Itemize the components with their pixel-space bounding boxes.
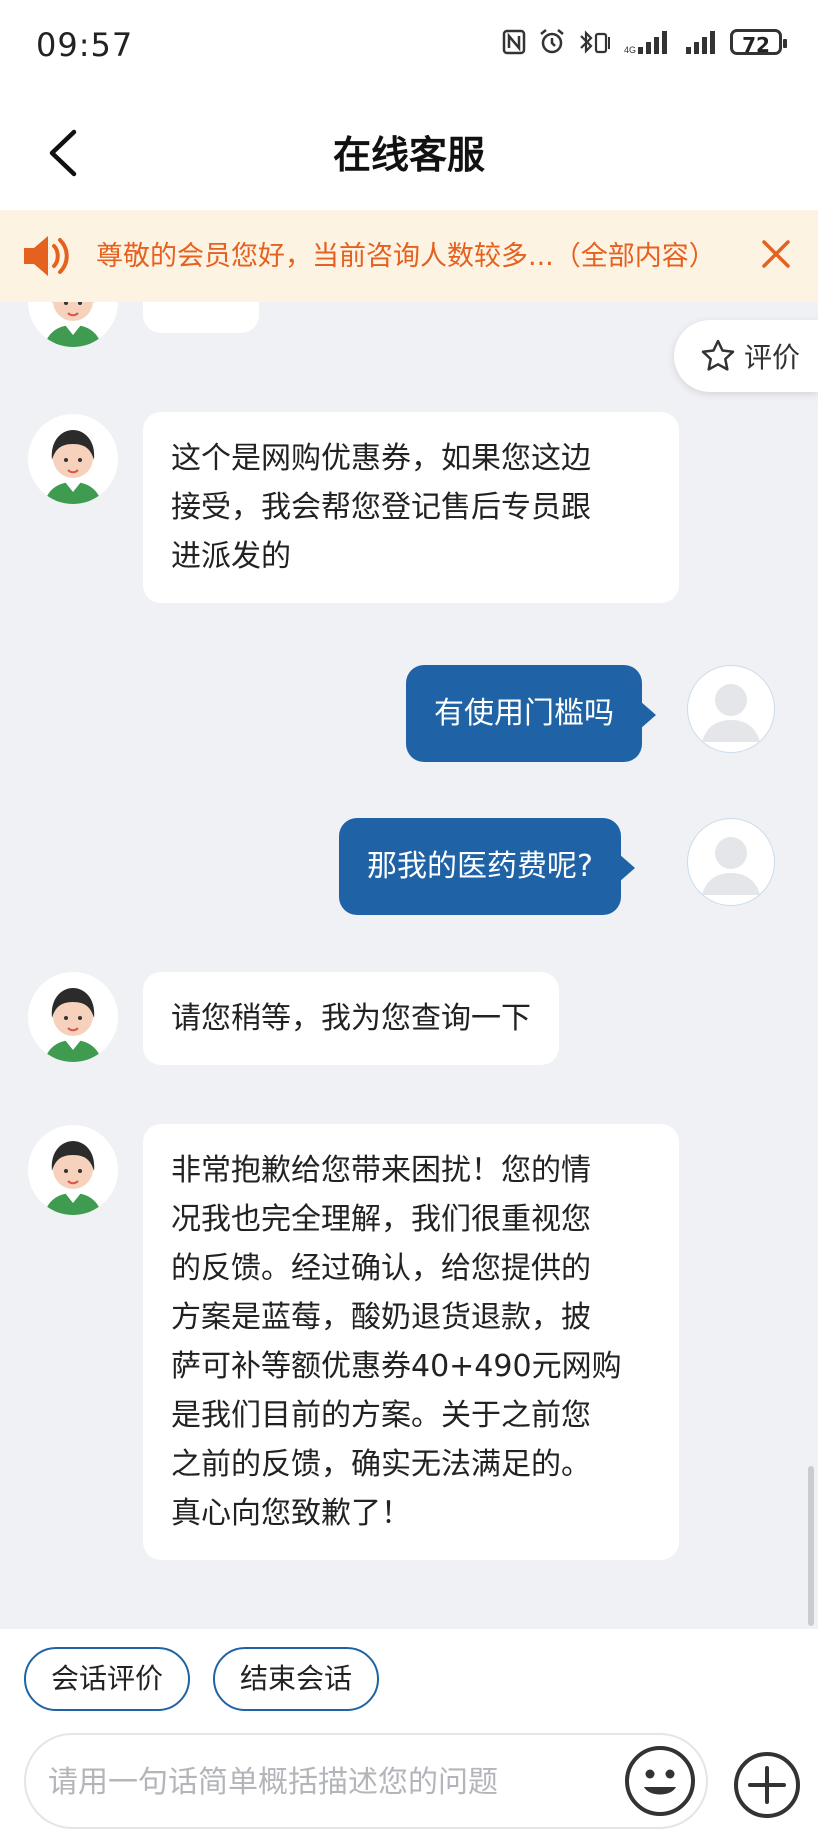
agent-avatar-icon [44, 302, 102, 347]
user-avatar-icon [702, 684, 760, 742]
agent-avatar-icon [44, 1141, 102, 1215]
signal-icon: 4G [624, 31, 667, 55]
agent-avatar-icon [44, 988, 102, 1062]
agent-avatar [28, 302, 118, 347]
rate-session-button[interactable]: 会话评价 [24, 1647, 190, 1711]
scrollbar[interactable] [808, 1466, 814, 1626]
status-bar: 09:57 4G 72 [0, 0, 818, 92]
notice-text: 尊敬的会员您好，当前咨询人数较多...（全部内容） [96, 241, 716, 272]
user-avatar [687, 665, 775, 753]
user-message: 那我的医药费呢? [339, 818, 635, 915]
user-message: 有使用门槛吗 [406, 665, 656, 762]
agent-message: 稍等 [143, 302, 259, 333]
speaker-icon [24, 236, 69, 276]
agent-avatar [28, 972, 118, 1062]
agent-avatar [28, 414, 118, 504]
nfc-icon [502, 29, 526, 55]
emoji-icon[interactable] [622, 1743, 698, 1819]
notice-bar[interactable]: 尊敬的会员您好，当前咨询人数较多...（全部内容） [0, 210, 818, 302]
message-input-box[interactable] [24, 1733, 708, 1829]
plus-icon[interactable] [732, 1750, 802, 1820]
rate-button-label: 评价 [744, 341, 801, 374]
end-session-button[interactable]: 结束会话 [213, 1647, 379, 1711]
user-avatar-icon [702, 837, 760, 895]
bluetooth-vibrate-icon [580, 30, 610, 54]
status-time: 09:57 [36, 26, 134, 64]
alarm-icon [540, 29, 564, 54]
close-icon[interactable] [760, 238, 792, 270]
status-icons: 4G 72 [502, 28, 787, 57]
bottom-panel: 会话评价 结束会话 [0, 1629, 818, 1848]
page-title: 在线客服 [332, 133, 485, 177]
agent-message: 这个是网购优惠券，如果您这边 接受，我会帮您登记售后专员跟 进派发的 [143, 412, 679, 603]
agent-message: 请您稍等，我为您查询一下 [143, 972, 559, 1065]
user-avatar [687, 818, 775, 906]
signal-icon-2 [686, 31, 715, 54]
nav-bar: 在线客服 [0, 92, 818, 210]
battery-indicator: 72 [730, 29, 787, 57]
chat-area[interactable]: 稍等 这个是网购优惠券，如果您这边 接受，我会帮您登记售后专员跟 进派发的 有使… [0, 302, 818, 1629]
star-icon [701, 339, 735, 371]
agent-message: 非常抱歉给您带来困扰！您的情 况我也完全理解，我们很重视您 的反馈。经过确认，给… [143, 1124, 679, 1560]
message-input[interactable] [46, 1753, 610, 1811]
svg-text:4G: 4G [624, 45, 636, 55]
agent-avatar-icon [44, 430, 102, 504]
agent-avatar [28, 1125, 118, 1215]
rate-button[interactable]: 评价 [674, 320, 818, 392]
